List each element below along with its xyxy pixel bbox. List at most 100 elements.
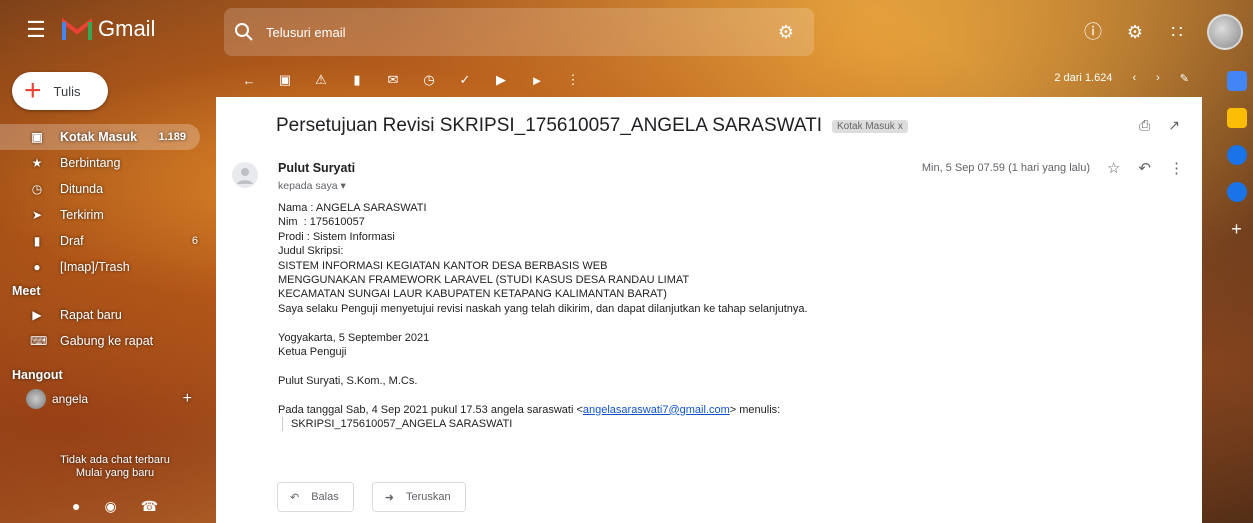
send-icon: ➤ (31, 208, 43, 222)
sidebar-item-label: Kotak Masuk (60, 130, 138, 144)
side-panel: + (1220, 64, 1253, 523)
report-spam-icon[interactable]: ⚠ (312, 72, 330, 88)
app-name: Gmail (98, 16, 156, 41)
sidebar-item-starred[interactable]: ★ Berbintang (0, 150, 212, 176)
reply-button[interactable]: ↶ Balas (277, 482, 354, 512)
remove-label-icon[interactable]: x (898, 121, 903, 132)
sidebar-item-label: Draf (60, 234, 84, 248)
input-tools-icon[interactable]: ✎ (1180, 72, 1189, 85)
search-input[interactable] (264, 23, 748, 41)
draft-count: 6 (191, 235, 198, 247)
email-subject: Persetujuan Revisi SKRIPSI_175610057_ANG… (276, 115, 822, 136)
forward-button[interactable]: ➜ Teruskan (371, 482, 466, 512)
label-chip[interactable]: Kotak Masuk x (832, 119, 908, 133)
clock-icon: ◷ (31, 182, 43, 196)
move-to-icon[interactable]: ▶ (492, 72, 510, 88)
body-line: Saya selaku Penguji menyetujui revisi na… (278, 302, 808, 315)
pager: 2 dari 1.624 ‹ › ✎ (1054, 72, 1189, 85)
phone-icon[interactable]: ☎ (141, 498, 158, 515)
add-chat-icon[interactable]: + (183, 390, 192, 408)
search-bar[interactable]: ⚙ (224, 8, 814, 56)
snooze-icon[interactable]: ◷ (420, 72, 438, 88)
tasks-icon[interactable] (1226, 145, 1247, 165)
main-menu-icon[interactable]: ☰ (24, 18, 48, 42)
sidebar-item-trash[interactable]: ● [Imap]/Trash (0, 254, 212, 280)
subject-actions: ⎙ ↗ (1139, 117, 1180, 134)
email-date: Min, 5 Sep 07.59 (1 hari yang lalu) (921, 162, 1090, 174)
apps-grid-icon[interactable]: ∷ (1165, 20, 1189, 44)
sidebar-item-new-meeting[interactable]: ▶ Rapat baru (0, 302, 212, 328)
archive-icon[interactable]: ▣ (276, 72, 294, 88)
open-new-window-icon[interactable]: ↗ (1168, 117, 1180, 134)
label-chip-text: Kotak Masuk (837, 120, 895, 132)
body-line: Nim : 175610057 (278, 216, 365, 229)
message-actions: ☆ ↶ ⋮ (1107, 159, 1184, 177)
star-icon[interactable]: ☆ (1107, 159, 1120, 177)
star-icon: ★ (31, 156, 43, 170)
body-line: SISTEM INFORMASI KEGIATAN KANTOR DESA BE… (278, 259, 608, 272)
no-chat-text: Tidak ada chat terbaru (60, 454, 170, 466)
sidebar-item-drafts[interactable]: ▮ Draf 6 (0, 228, 212, 254)
reply-label: Balas (311, 491, 339, 503)
label-icon[interactable]: ► (528, 73, 546, 88)
reply-icon[interactable]: ↶ (1138, 159, 1151, 177)
sender-name[interactable]: Pulut Suryati (278, 161, 355, 175)
sidebar-item-label: Berbintang (60, 156, 121, 170)
draft-icon: ▮ (33, 234, 41, 248)
compose-button[interactable]: + Tulis (12, 72, 108, 110)
body-line: Prodi : Sistem Informasi (278, 230, 395, 243)
more-options-icon[interactable]: ⋮ (1169, 159, 1184, 177)
keyboard-icon: ⌨ (30, 334, 48, 348)
add-task-icon[interactable]: ✓ (456, 72, 474, 88)
plus-icon: + (24, 74, 42, 107)
mark-unread-icon[interactable]: ✉ (384, 72, 402, 88)
search-options-icon[interactable]: ⚙ (778, 22, 794, 43)
quote-header: Pada tanggal Sab, 4 Sep 2021 pukul 17.53… (278, 403, 808, 417)
quote-email-link[interactable]: angelasaraswati7@gmail.com (583, 404, 730, 416)
prev-icon[interactable]: ‹ (1132, 72, 1136, 85)
top-bar: ☰ Gmail ⚙ ⓘ ⚙ ∷ (0, 0, 1253, 64)
sidebar-item-label: Ditunda (60, 182, 104, 196)
hangout-user[interactable]: angela + (0, 386, 212, 412)
next-icon[interactable]: › (1156, 72, 1160, 85)
sidebar-item-label: [Imap]/Trash (60, 260, 130, 274)
search-icon[interactable] (234, 22, 254, 42)
recipient-line[interactable]: kepada saya ▾ (278, 180, 346, 192)
delete-icon[interactable]: ▮ (348, 72, 366, 88)
help-icon[interactable]: ⓘ (1081, 20, 1105, 44)
message-pane: Persetujuan Revisi SKRIPSI_175610057_ANG… (216, 97, 1202, 523)
forward-label: Teruskan (405, 491, 451, 503)
account-avatar[interactable] (1207, 14, 1243, 50)
gmail-m-icon (62, 18, 92, 40)
pager-text: 2 dari 1.624 (1054, 72, 1113, 84)
body-line: Nama : ANGELA SARASWATI (278, 202, 427, 214)
settings-icon[interactable]: ⚙ (1123, 20, 1147, 44)
contacts-icon[interactable]: ● (72, 498, 80, 515)
signature: Pulut Suryati, S.Kom., M.Cs. (278, 374, 418, 387)
keep-icon[interactable] (1226, 108, 1247, 128)
sidebar-item-label: Terkirim (60, 208, 104, 222)
gmail-logo[interactable]: Gmail (62, 16, 155, 42)
person-icon (237, 168, 253, 184)
sidebar-item-join-meeting[interactable]: ⌨ Gabung ke rapat (0, 328, 212, 354)
video-icon: ▶ (32, 308, 42, 322)
sidebar-item-snoozed[interactable]: ◷ Ditunda (0, 176, 212, 202)
forward-icon: ➜ (384, 491, 394, 504)
start-new-chat-link[interactable]: Mulai yang baru (40, 467, 190, 480)
body-line: Judul Skripsi: (278, 245, 344, 258)
add-addon-icon[interactable]: + (1220, 219, 1253, 240)
meet-section-title: Meet (12, 284, 41, 298)
more-icon[interactable]: ⋮ (564, 72, 582, 88)
details-dropdown-icon[interactable]: ▾ (340, 180, 345, 192)
back-icon[interactable]: ← (240, 73, 258, 88)
chat-icon[interactable]: ◉ (104, 498, 116, 515)
place-date: Yogyakarta, 5 September 2021 (278, 331, 430, 344)
quote-intro: Pada tanggal Sab, 4 Sep 2021 pukul 17.53… (278, 403, 583, 416)
calendar-icon[interactable] (1226, 71, 1247, 91)
sidebar-item-inbox[interactable]: ▣ Kotak Masuk 1.189 (0, 124, 200, 150)
email-body: Nama : ANGELA SARASWATI Nim : 175610057 … (278, 201, 808, 432)
print-icon[interactable]: ⎙ (1139, 117, 1150, 134)
contacts-icon[interactable] (1226, 182, 1247, 202)
sidebar-item-sent[interactable]: ➤ Terkirim (0, 202, 212, 228)
hangout-bottom-bar: ● ◉ ☎ (72, 498, 158, 515)
